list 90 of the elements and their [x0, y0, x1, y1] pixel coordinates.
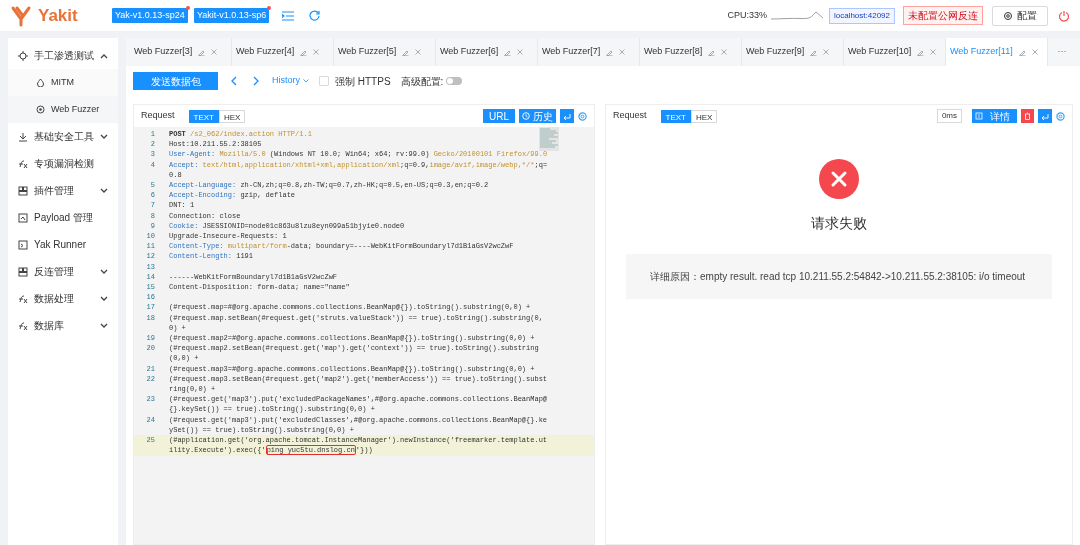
- host-tag: localhost:42092: [828, 7, 895, 24]
- enter-icon: [1041, 112, 1049, 120]
- toggle-label: 高级配置:: [400, 74, 444, 89]
- menu-icon: [282, 10, 295, 21]
- refresh-icon: [308, 10, 320, 21]
- enter-button[interactable]: [560, 109, 574, 123]
- edit-icon: [402, 48, 410, 56]
- close-icon: [415, 49, 422, 55]
- image-icon: [18, 212, 28, 223]
- cpu-usage: CPU:33%: [727, 8, 767, 22]
- sidebar-item[interactable]: 数据库: [8, 312, 118, 339]
- target-icon: [18, 50, 28, 61]
- enter-icon: [563, 112, 571, 120]
- config-button[interactable]: 配置: [992, 5, 1048, 26]
- reverse-status-tag: 未配置公网反连: [903, 6, 983, 25]
- tab[interactable]: Web Fuzzer[5]: [334, 38, 436, 66]
- settings-icon: [1003, 10, 1013, 21]
- sidebar-item[interactable]: 手工渗透测试: [8, 42, 118, 69]
- edit-icon: [504, 48, 512, 56]
- close-icon: [721, 49, 728, 55]
- terminal-icon: [18, 239, 28, 250]
- sidebar-subitem[interactable]: Web Fuzzer: [8, 96, 118, 123]
- drop-icon: [36, 78, 45, 87]
- panel-title: Request: [613, 109, 647, 123]
- function-icon: [18, 158, 28, 169]
- clock-icon: [522, 112, 530, 120]
- edit-icon: [198, 48, 206, 56]
- refresh-button[interactable]: [307, 8, 322, 23]
- mode-tab[interactable]: HEX: [219, 109, 246, 123]
- tab[interactable]: Web Fuzzer[8]: [640, 38, 742, 66]
- close-icon: [930, 49, 937, 55]
- tab[interactable]: Web Fuzzer[3]: [130, 38, 232, 66]
- function-icon: [18, 293, 28, 304]
- toggle-switch[interactable]: [446, 77, 463, 85]
- checkbox-label: 强制 HTTPS: [335, 74, 391, 89]
- cpu-sparkline-icon: [770, 9, 823, 22]
- tab[interactable]: Web Fuzzer[9]: [742, 38, 844, 66]
- download-icon: [18, 131, 28, 142]
- edit-icon: [606, 48, 614, 56]
- chevron-down-icon: [303, 79, 309, 83]
- settings-icon: [1056, 111, 1065, 121]
- version-badge: Yak-v1.0.13-sp24: [112, 7, 188, 24]
- mode-tab[interactable]: HEX: [691, 109, 718, 123]
- logo-icon: [10, 4, 32, 27]
- function-icon: [18, 320, 28, 331]
- result-title: 请求失败: [811, 214, 867, 233]
- close-icon: [1031, 49, 1038, 55]
- sidebar-item[interactable]: 插件管理: [8, 177, 118, 204]
- minimap-drawing: [539, 127, 559, 151]
- more-tabs-button[interactable]: ···: [1048, 38, 1076, 66]
- delete-button[interactable]: [1021, 109, 1034, 123]
- chevron-left-icon: [231, 76, 237, 86]
- close-icon: [211, 49, 218, 55]
- edit-icon: [917, 48, 925, 56]
- sidebar-item[interactable]: 反连管理: [8, 258, 118, 285]
- sidebar-item[interactable]: 基础安全工具: [8, 123, 118, 150]
- close-icon: [619, 49, 626, 55]
- sidebar-item[interactable]: Yak Runner: [8, 231, 118, 258]
- edit-icon: [708, 48, 716, 56]
- error-icon: [819, 159, 859, 199]
- edit-icon: [1018, 48, 1026, 56]
- power-icon: [1058, 9, 1070, 22]
- grid-icon: [18, 185, 28, 196]
- sidebar-item[interactable]: Payload 管理: [8, 204, 118, 231]
- edit-icon: [810, 48, 818, 56]
- close-icon: [823, 49, 830, 55]
- enter-button[interactable]: [1038, 109, 1052, 123]
- power-button[interactable]: [1058, 9, 1070, 22]
- tab[interactable]: Web Fuzzer[4]: [232, 38, 334, 66]
- sidebar-subitem[interactable]: MITM: [8, 69, 118, 96]
- settings-icon: [578, 111, 587, 121]
- chevron-right-icon: [253, 76, 259, 86]
- app-name: Yakit: [38, 4, 78, 27]
- menu-button[interactable]: [281, 8, 296, 23]
- close-icon: [313, 49, 320, 55]
- trash-icon: [1024, 112, 1031, 120]
- panel-title: Request: [141, 109, 175, 123]
- tab[interactable]: Web Fuzzer[7]: [538, 38, 640, 66]
- error-detail: 详细原因：empty result. read tcp 10.211.55.2:54842->10.211.55.2:38105: i/o timeout: [650, 270, 1026, 284]
- edit-icon: [300, 48, 308, 56]
- grid-icon: [18, 266, 28, 277]
- close-icon: [517, 49, 524, 55]
- time-tag: 0ms: [936, 109, 962, 123]
- sidebar-item[interactable]: 专项漏洞检测: [8, 150, 118, 177]
- target-icon: [36, 105, 45, 114]
- version-badge: Yakit-v1.0.13-sp6: [193, 7, 270, 24]
- document-icon: [975, 112, 983, 120]
- sidebar-item[interactable]: 数据处理: [8, 285, 118, 312]
- tab[interactable]: Web Fuzzer[6]: [436, 38, 538, 66]
- checkbox[interactable]: [319, 76, 329, 86]
